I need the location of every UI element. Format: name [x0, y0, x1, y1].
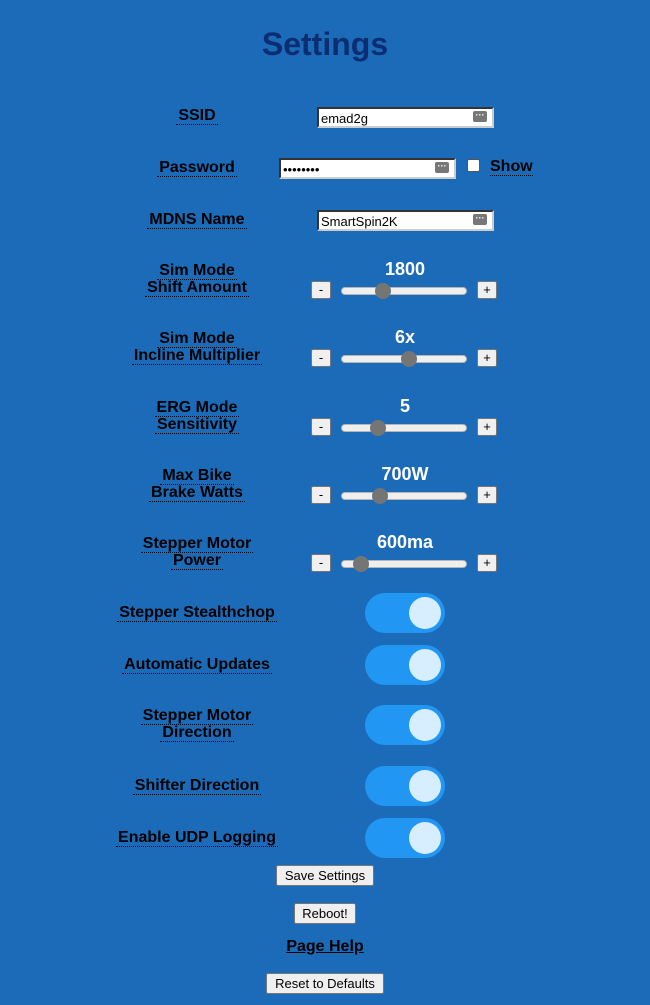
show-password-checkbox[interactable] — [467, 159, 480, 172]
increment-button[interactable]: + — [477, 281, 497, 299]
slider-label: ERG Mode Sensitivity — [154, 399, 240, 434]
decrement-button[interactable]: - — [311, 486, 331, 504]
show-password-label[interactable]: Show — [490, 159, 533, 176]
slider-thumb[interactable] — [372, 488, 388, 504]
ssid-label: SSID — [176, 107, 218, 125]
mdns-label: MDNS Name — [147, 211, 247, 229]
slider-track[interactable] — [341, 283, 467, 299]
slider-thumb[interactable] — [375, 283, 391, 299]
slider-thumb[interactable] — [353, 556, 369, 572]
toggle-knob — [409, 597, 441, 629]
slider-label: Stepper Motor Power — [140, 535, 254, 570]
toggle-label: Stepper Motor Direction — [140, 707, 254, 742]
increment-button[interactable]: + — [477, 486, 497, 504]
reboot-button[interactable]: Reboot! — [294, 903, 356, 924]
slider-label: Max Bike Brake Watts — [149, 467, 245, 502]
ssid-input[interactable] — [317, 107, 494, 128]
toggle-label: Shifter Direction — [132, 777, 262, 795]
password-manager-icon[interactable]: ··· — [435, 162, 449, 173]
password-manager-icon[interactable]: ··· — [473, 111, 487, 122]
decrement-button[interactable]: - — [311, 349, 331, 367]
slider-value: 600ma — [376, 532, 434, 552]
password-manager-icon[interactable]: ··· — [473, 214, 487, 225]
increment-button[interactable]: + — [477, 418, 497, 436]
slider-label: Sim Mode Shift Amount — [145, 262, 249, 297]
toggle-label: Automatic Updates — [122, 656, 272, 674]
slider-value: 5 — [399, 396, 410, 416]
increment-button[interactable]: + — [477, 554, 497, 572]
slider-value: 1800 — [384, 259, 426, 279]
toggle-label: Enable UDP Logging — [116, 829, 278, 847]
toggle-switch[interactable] — [365, 593, 445, 633]
slider-value: 6x — [394, 327, 416, 347]
toggle-switch[interactable] — [365, 766, 445, 806]
toggle-knob — [409, 770, 441, 802]
password-label: Password — [157, 159, 237, 177]
toggle-knob — [409, 649, 441, 681]
toggle-switch[interactable] — [365, 818, 445, 858]
save-settings-button[interactable]: Save Settings — [276, 865, 374, 886]
slider-thumb[interactable] — [370, 420, 386, 436]
slider-track[interactable] — [341, 420, 467, 436]
page-help-link[interactable]: Page Help — [0, 938, 650, 956]
decrement-button[interactable]: - — [311, 418, 331, 436]
slider-track[interactable] — [341, 556, 467, 572]
toggle-knob — [409, 709, 441, 741]
decrement-button[interactable]: - — [311, 281, 331, 299]
toggle-label: Stepper Stealthchop — [117, 604, 277, 622]
reset-defaults-button[interactable]: Reset to Defaults — [266, 973, 384, 994]
toggle-switch[interactable] — [365, 645, 445, 685]
password-input[interactable] — [279, 158, 456, 179]
slider-thumb[interactable] — [401, 351, 417, 367]
increment-button[interactable]: + — [477, 349, 497, 367]
toggle-knob — [409, 822, 441, 854]
slider-label: Sim Mode Incline Multiplier — [131, 330, 263, 365]
slider-track[interactable] — [341, 488, 467, 504]
page-title: Settings — [261, 26, 389, 62]
decrement-button[interactable]: - — [311, 554, 331, 572]
toggle-switch[interactable] — [365, 705, 445, 745]
slider-value: 700W — [381, 464, 429, 484]
mdns-input[interactable] — [317, 210, 494, 231]
slider-track[interactable] — [341, 351, 467, 367]
